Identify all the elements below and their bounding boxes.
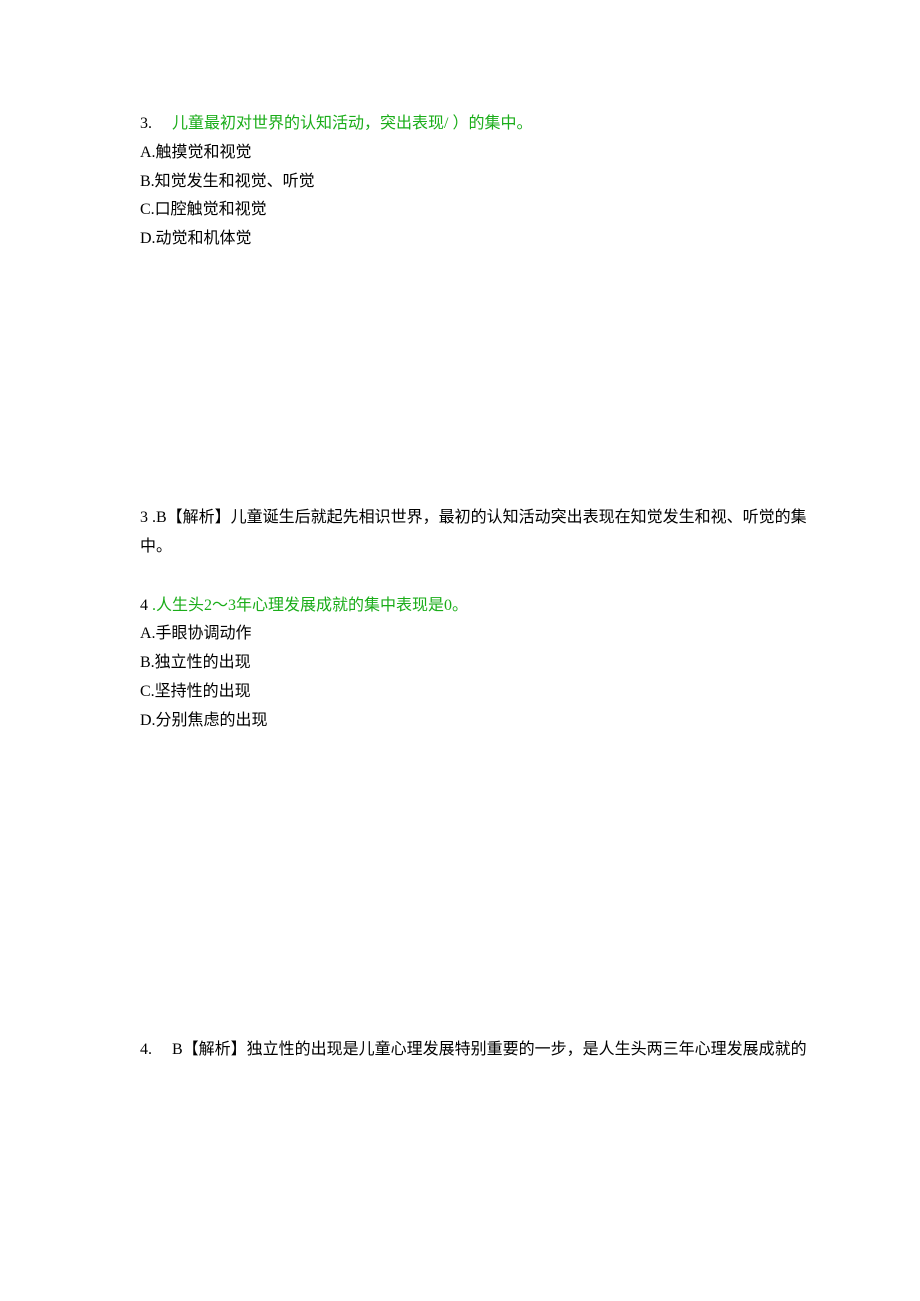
question-3-text-part1: 儿童最初对世界的认知活动，突出表现/ [172, 115, 448, 132]
answer-4-number: 4. [140, 1036, 168, 1065]
question-4-text: .人生头2～3年心理发展成就的集中表现是0。 [148, 597, 468, 614]
spacer [140, 736, 810, 1036]
question-3-option-b: B.知觉发生和视觉、听觉 [140, 168, 810, 197]
answer-3: 3 .B【解析】儿童诞生后就起先相识世界，最初的认知活动突出表现在知觉发生和视、… [140, 504, 810, 562]
question-3-number: 3. [140, 110, 168, 139]
answer-4-text: B【解析】独立性的出现是儿童心理发展特别重要的一步，是人生头两三年心理发展成就的 [172, 1041, 807, 1058]
question-4-option-b: B.独立性的出现 [140, 649, 810, 678]
question-4-option-c: C.坚持性的出现 [140, 678, 810, 707]
question-3-option-d: D.动觉和机体觉 [140, 225, 810, 254]
question-3-option-c: C.口腔触觉和视觉 [140, 196, 810, 225]
question-3-option-a: A.触摸觉和视觉 [140, 139, 810, 168]
question-3: 3. 儿童最初对世界的认知活动，突出表现/ ）的集中。 [140, 110, 810, 139]
question-4-option-a: A.手眼协调动作 [140, 620, 810, 649]
question-4: 4 .人生头2～3年心理发展成就的集中表现是0。 [140, 592, 810, 621]
answer-3-text: .B【解析】儿童诞生后就起先相识世界，最初的认知活动突出表现在知觉发生和视、听觉… [140, 509, 807, 555]
document-page: 3. 儿童最初对世界的认知活动，突出表现/ ）的集中。 A.触摸觉和视觉 B.知… [0, 0, 920, 1301]
question-4-number: 4 [140, 597, 148, 614]
answer-3-number: 3 [140, 509, 148, 526]
answer-4: 4. B【解析】独立性的出现是儿童心理发展特别重要的一步，是人生头两三年心理发展… [140, 1036, 810, 1065]
spacer [140, 254, 810, 504]
question-4-option-d: D.分别焦虑的出现 [140, 707, 810, 736]
question-3-text-part2: ）的集中。 [452, 115, 532, 132]
